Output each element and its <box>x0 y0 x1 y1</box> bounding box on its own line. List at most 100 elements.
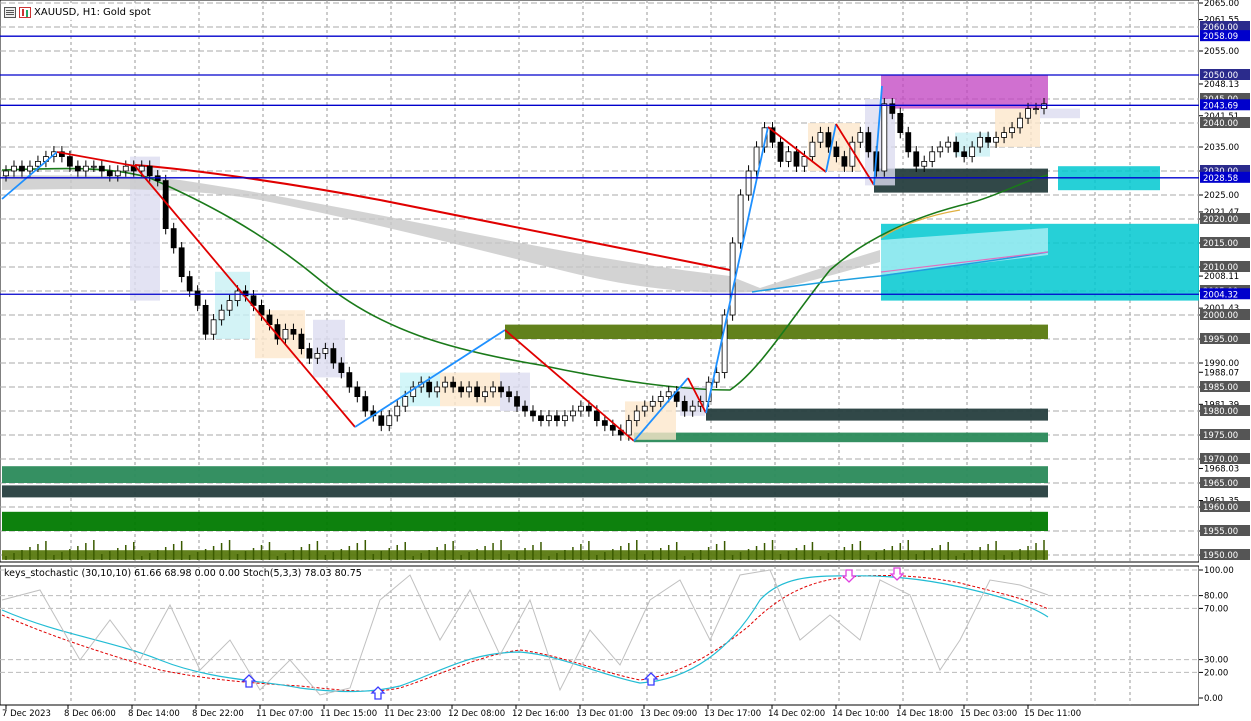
time-axis-label: 11 Dec 07:00 <box>256 709 313 719</box>
candle-body <box>897 113 904 134</box>
candle-body <box>953 141 960 153</box>
candle-body <box>649 400 656 407</box>
candle-body <box>178 247 185 278</box>
menu-icon[interactable] <box>4 6 16 18</box>
candle-body <box>593 410 600 421</box>
highlight-box <box>1040 108 1080 119</box>
candle-body <box>362 396 369 412</box>
symbol-description: Gold spot <box>103 6 151 18</box>
candle-body <box>322 348 329 354</box>
price-tick-label: 2055.00 <box>1204 47 1239 57</box>
candle-body <box>1041 103 1047 110</box>
candle-body <box>905 132 912 153</box>
price-tick-label: 2035.00 <box>1204 143 1239 153</box>
candle-body <box>809 141 816 157</box>
price-badge-label: 2043.69 <box>1203 101 1238 111</box>
candle-body <box>969 146 976 157</box>
candle-body <box>98 165 105 172</box>
time-axis-label: 12 Dec 16:00 <box>512 709 569 719</box>
stoch-tick-label: 20.00 <box>1204 668 1228 678</box>
candle-body <box>562 415 568 421</box>
candle-body <box>857 132 864 143</box>
candle-body <box>633 410 640 421</box>
bright-green-zone <box>2 511 1048 531</box>
candle-body <box>609 424 616 431</box>
candle-body <box>1033 108 1039 110</box>
stoch-tick-label: 0.00 <box>1204 694 1223 704</box>
candle-body <box>458 386 465 393</box>
price-badge-label: 1985.00 <box>1203 383 1238 393</box>
candle-body <box>282 328 289 340</box>
time-axis-label: 15 Dec 03:00 <box>960 709 1017 719</box>
candle-body <box>681 400 688 412</box>
candle-body <box>554 415 560 421</box>
candle-body <box>945 141 952 148</box>
time-axis-label: 11 Dec 23:00 <box>384 709 441 719</box>
candle-body <box>737 194 744 244</box>
candle-body <box>402 396 409 407</box>
time-axis-label: 11 Dec 15:00 <box>320 709 377 719</box>
candle-body <box>498 386 504 393</box>
candle-body <box>641 405 648 412</box>
price-badge-label: 1960.00 <box>1203 503 1238 513</box>
candle-body <box>442 381 449 388</box>
price-tick-label: 2065.00 <box>1204 0 1239 9</box>
candle-body <box>74 165 81 172</box>
candle-body <box>218 309 225 321</box>
candle-body <box>306 348 313 359</box>
price-badge-label: 1965.00 <box>1203 479 1238 489</box>
candle-body <box>434 386 441 393</box>
candle-body <box>138 165 145 172</box>
candle-body <box>314 352 321 359</box>
time-axis-label: 8 Dec 22:00 <box>192 709 244 719</box>
dark-zone-low <box>2 485 1048 498</box>
dark-zone-mid <box>706 408 1048 421</box>
time-axis-label: 14 Dec 10:00 <box>832 709 889 719</box>
candle-body <box>825 132 832 148</box>
chart-type-icon[interactable] <box>19 6 31 18</box>
candle-body <box>290 328 297 335</box>
candle-body <box>514 396 520 407</box>
candle-body <box>881 103 888 172</box>
price-badge-label: 1950.00 <box>1203 551 1238 561</box>
candle-body <box>90 165 97 168</box>
candle-body <box>522 405 528 412</box>
price-badge-label: 2010.00 <box>1203 263 1238 273</box>
price-badge-label: 1975.00 <box>1203 431 1238 441</box>
price-badge-label: 2050.00 <box>1203 71 1238 81</box>
candle-body <box>1025 108 1031 119</box>
candle-body <box>865 132 872 153</box>
price-tick-label: 1988.07 <box>1204 368 1239 378</box>
candle-body <box>474 386 480 397</box>
candle-body <box>114 170 121 177</box>
candle-body <box>298 333 305 350</box>
symbol-timeframe: XAUUSD, H1: <box>34 6 100 18</box>
candle-body <box>226 300 233 311</box>
time-axis-label: 13 Dec 17:00 <box>704 709 761 719</box>
trading-chart[interactable]: 2065.002061.552055.002048.132041.512035.… <box>0 0 1251 721</box>
price-badge-label: 2040.00 <box>1203 119 1238 129</box>
price-tick-label: 2048.13 <box>1204 80 1239 90</box>
candle-body <box>937 146 944 153</box>
time-axis-label: 15 Dec 11:00 <box>1024 709 1081 719</box>
candle-body <box>833 146 840 157</box>
candle-body <box>689 405 696 412</box>
candle-body <box>450 381 457 388</box>
time-axis-label: 7 Dec 2023 <box>2 709 51 719</box>
olive-zone <box>505 324 1048 339</box>
price-tick-label: 2008.11 <box>1204 272 1239 282</box>
candle-body <box>801 156 808 167</box>
candle-body <box>961 151 968 158</box>
time-axis-label: 14 Dec 02:00 <box>768 709 825 719</box>
stoch-tick-label: 30.00 <box>1204 656 1228 666</box>
price-tick-label: 2025.00 <box>1204 191 1239 201</box>
candle-body <box>777 141 784 162</box>
candle-body <box>570 410 576 417</box>
candle-body <box>35 160 41 167</box>
candle-body <box>785 151 792 162</box>
candle-body <box>338 362 345 373</box>
candle-body <box>186 276 193 292</box>
candle-body <box>530 410 536 417</box>
candle-body <box>234 290 241 302</box>
price-badge-label: 2058.09 <box>1203 32 1238 42</box>
